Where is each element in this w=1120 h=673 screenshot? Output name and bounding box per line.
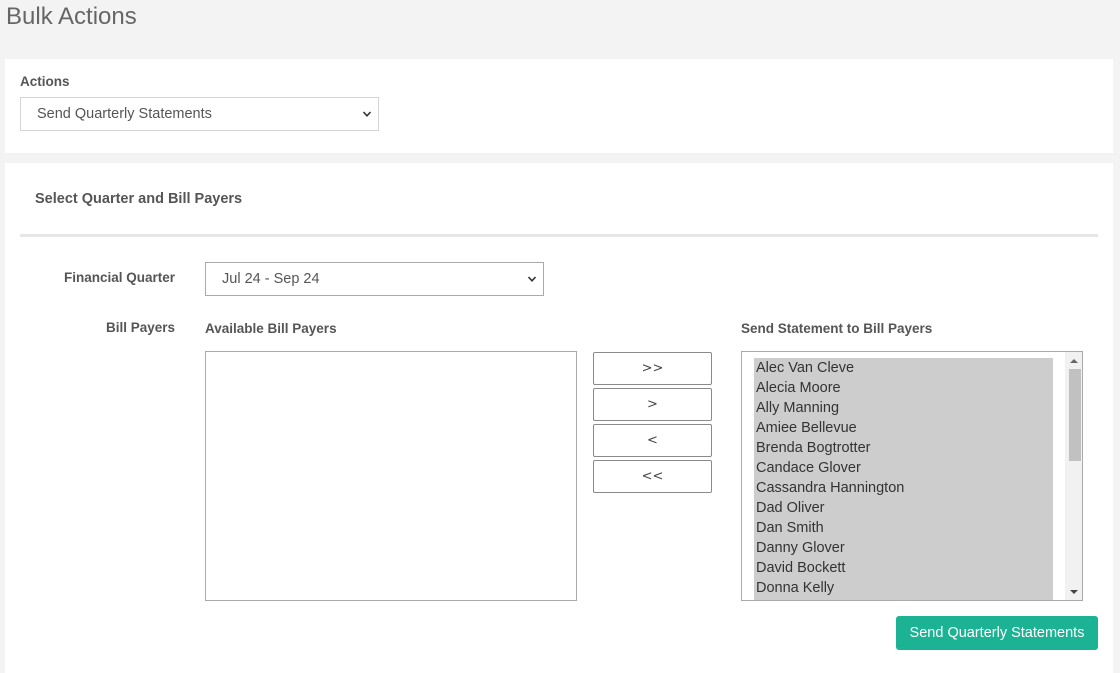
move-left-button[interactable]: < [593,424,712,457]
list-item[interactable]: Cassandra Hannington [754,478,1053,498]
list-item[interactable]: Alecia Moore [754,378,1053,398]
list-item[interactable]: Donna Kelly [754,578,1053,598]
list-item[interactable]: Danny Glover [754,538,1053,558]
bill-payers-label: Bill Payers [105,320,175,335]
chevron-down-icon [527,276,537,282]
selection-panel: Select Quarter and Bill Payers Financial… [5,163,1113,673]
section-divider [20,234,1098,237]
available-bill-payers-list[interactable] [205,351,577,601]
list-item[interactable]: Candace Glover [754,458,1053,478]
available-bill-payers-heading: Available Bill Payers [205,321,337,336]
financial-quarter-select[interactable]: Jul 24 - Sep 24 [205,262,544,296]
list-item[interactable]: Brenda Bogtrotter [754,438,1053,458]
list-item[interactable]: Amiee Bellevue [754,418,1053,438]
move-right-button[interactable]: > [593,388,712,421]
move-all-right-button[interactable]: >> [593,352,712,385]
actions-select[interactable]: Send Quarterly Statements [20,97,379,131]
scrollbar[interactable] [1065,352,1082,600]
actions-select-value: Send Quarterly Statements [37,106,212,122]
list-item[interactable]: Dad Oliver [754,498,1053,518]
send-statement-list[interactable]: Alec Van Cleve Alecia Moore Ally Manning Am… [741,351,1083,601]
financial-quarter-value: Jul 24 - Sep 24 [222,271,320,287]
send-statement-items: Alec Van Cleve Alecia Moore Ally Manning Am… [754,358,1053,600]
actions-label: Actions [20,74,70,89]
send-quarterly-statements-button[interactable]: Send Quarterly Statements [896,616,1098,650]
scroll-up-arrow-icon[interactable] [1065,352,1082,369]
list-item[interactable]: David Bockett [754,558,1053,578]
chevron-down-icon [362,111,372,117]
scroll-down-arrow-icon[interactable] [1065,583,1082,600]
list-item[interactable]: Dan Smith [754,518,1053,538]
page-title: Bulk Actions [6,3,137,30]
list-item[interactable]: Alec Van Cleve [754,358,1053,378]
send-statement-heading: Send Statement to Bill Payers [741,321,933,336]
list-item[interactable]: Ally Manning [754,398,1053,418]
scroll-thumb[interactable] [1069,369,1081,461]
actions-panel: Actions Send Quarterly Statements [5,59,1113,153]
move-all-left-button[interactable]: << [593,460,712,493]
financial-quarter-label: Financial Quarter [63,270,175,285]
section-title: Select Quarter and Bill Payers [35,191,243,207]
